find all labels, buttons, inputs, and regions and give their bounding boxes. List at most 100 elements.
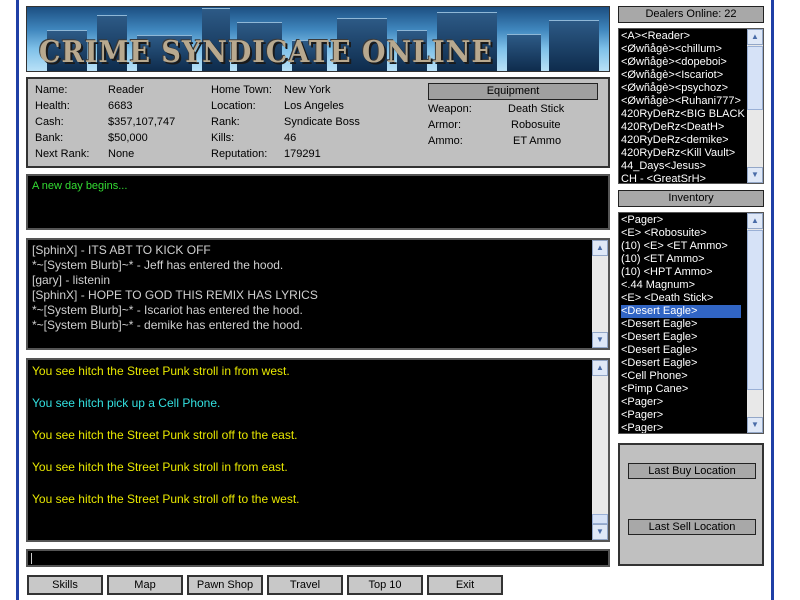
room-log-line: You see hitch the Street Punk stroll in … [32,364,290,378]
scroll-up-icon[interactable]: ▲ [747,29,763,45]
last-sell-location-button[interactable]: Last Sell Location [628,519,756,535]
stat-value: 6683 [108,100,133,112]
stat-label: Rank: [211,116,240,128]
room-log-line: You see hitch the Street Punk stroll off… [32,492,300,506]
chat-line: [gary] - listenin [32,273,111,287]
stat-label: Kills: [211,132,235,144]
last-buy-location-button[interactable]: Last Buy Location [628,463,756,479]
inventory-item[interactable]: <Desert Eagle> [621,318,697,331]
scroll-up-icon[interactable]: ▲ [592,360,608,376]
pawn-shop-button[interactable]: Pawn Shop [187,575,263,595]
stat-label: Bank: [35,132,64,144]
equipment-label: Armor: [428,119,461,131]
dealers-scrollbar[interactable]: ▲ ▼ [747,29,763,183]
chat-log-pane[interactable]: [SphinX] - ITS ABT TO KICK OFF *~[System… [26,238,610,350]
stat-label: Name: [35,84,68,96]
inventory-item[interactable]: <E> <Robosuite> [621,227,707,240]
chat-line: *~[System Blurb]~* - Iscariot has entere… [32,303,303,317]
equipment-value: ET Ammo [513,135,562,147]
room-log-pane[interactable]: You see hitch the Street Punk stroll in … [26,358,610,542]
stat-label: Cash: [35,116,64,128]
inventory-item[interactable]: (10) <HPT Ammo> [621,266,713,279]
room-log-line: You see hitch the Street Punk stroll in … [32,460,288,474]
dealer-item[interactable]: <A><Reader> [621,30,690,43]
dealer-item[interactable]: 420RyDeRz<demike> [621,134,729,147]
stat-value: Syndicate Boss [284,116,360,128]
travel-button[interactable]: Travel [267,575,343,595]
inventory-item[interactable]: <Desert Eagle> [621,331,697,344]
chat-line: *~[System Blurb]~* - demike has entered … [32,318,303,332]
exit-button[interactable]: Exit [427,575,503,595]
dealers-list[interactable]: <A><Reader> <Øwñågè><chillum> <Øwñågè><d… [618,28,764,184]
dealer-item[interactable]: 420RyDeRz<Kill Vault> [621,147,735,160]
scroll-down-icon[interactable]: ▼ [747,417,763,433]
scroll-down-icon[interactable]: ▼ [747,167,763,183]
scroll-down-icon[interactable]: ▼ [592,524,608,540]
map-button[interactable]: Map [107,575,183,595]
top-10-button[interactable]: Top 10 [347,575,423,595]
dealer-item[interactable]: CH - <GreatSrH> [621,173,706,183]
scroll-thumb[interactable] [592,514,608,524]
dealer-item[interactable]: 420RyDeRz<DeatH> [621,121,724,134]
inventory-item[interactable]: <Pager> [621,396,663,409]
equipment-value: Robosuite [511,119,561,131]
skills-button[interactable]: Skills [27,575,103,595]
character-stats-panel: Name: Reader Health: 6683 Cash: $357,107… [26,77,610,168]
stat-value: New York [284,84,331,96]
inventory-scrollbar[interactable]: ▲ ▼ [747,213,763,433]
stat-value: $50,000 [108,132,148,144]
stat-value: Reader [108,84,145,96]
scroll-up-icon[interactable]: ▲ [747,213,763,229]
chat-line: *~[System Blurb]~* - Jeff has entered th… [32,258,284,272]
scroll-down-icon[interactable]: ▼ [592,332,608,348]
stat-label: Next Rank: [35,148,90,160]
equipment-button[interactable]: Equipment [428,83,598,100]
inventory-item[interactable]: <Desert Eagle> [621,344,697,357]
stat-label: Reputation: [211,148,268,160]
inventory-item[interactable]: <E> <Death Stick> [621,292,713,305]
dealer-item[interactable]: <Øwñågè><Iscariot> [621,69,723,82]
inventory-item-selected[interactable]: <Desert Eagle> [621,305,741,318]
equipment-label: Weapon: [428,103,472,115]
inventory-list[interactable]: <Pager> <E> <Robosuite> (10) <E> <ET Amm… [618,212,764,434]
stat-value: 46 [284,132,297,144]
equipment-value: Death Stick [508,103,565,115]
dealer-item[interactable]: <Øwñågè><psychoz> [621,82,728,95]
inventory-item[interactable]: (10) <E> <ET Ammo> [621,240,728,253]
inventory-item[interactable]: <Pager> [621,214,663,227]
stat-value: Los Angeles [284,100,344,112]
system-log-pane: A new day begins... [26,174,610,230]
banner-title: CRIME SYNDICATE ONLINE [39,35,494,70]
dealer-item[interactable]: <Øwñågè><chillum> [621,43,722,56]
inventory-item[interactable]: (10) <ET Ammo> [621,253,705,266]
room-log-line: You see hitch the Street Punk stroll off… [32,428,298,442]
text-caret [31,553,32,564]
stat-value: $357,107,747 [108,116,176,128]
inventory-item[interactable]: <.44 Magnum> [621,279,695,292]
equipment-label: Ammo: [428,135,463,147]
dealer-item[interactable]: 420RyDeRz<BIG BLACK [621,108,745,121]
dealer-item[interactable]: <Øwñågè><dopeboi> [621,56,727,69]
stat-value: 179291 [284,148,321,160]
stat-label: Home Town: [211,84,272,96]
chat-scrollbar[interactable]: ▲ ▼ [592,240,608,348]
scroll-thumb[interactable] [747,230,763,390]
dealer-item[interactable]: 44_Days<Jesus> [621,160,706,173]
inventory-item[interactable]: <Pager> [621,422,663,433]
location-actions-panel: Last Buy Location Last Sell Location [618,443,764,566]
game-banner: CRIME SYNDICATE ONLINE [26,6,610,72]
chat-input[interactable] [26,549,610,567]
scroll-up-icon[interactable]: ▲ [592,240,608,256]
stat-label: Health: [35,100,70,112]
inventory-item[interactable]: <Cell Phone> [621,370,688,383]
room-scrollbar[interactable]: ▲ ▼ [592,360,608,540]
inventory-item[interactable]: <Desert Eagle> [621,357,697,370]
dealer-item[interactable]: <Øwñågè><Ruhani777> [621,95,741,108]
stat-value: None [108,148,135,160]
inventory-item[interactable]: <Pimp Cane> [621,383,688,396]
inventory-header: Inventory [618,190,764,207]
room-log-line: You see hitch pick up a Cell Phone. [32,396,221,410]
inventory-item[interactable]: <Pager> [621,409,663,422]
scroll-thumb[interactable] [747,46,763,110]
system-log-line: A new day begins... [32,180,128,192]
